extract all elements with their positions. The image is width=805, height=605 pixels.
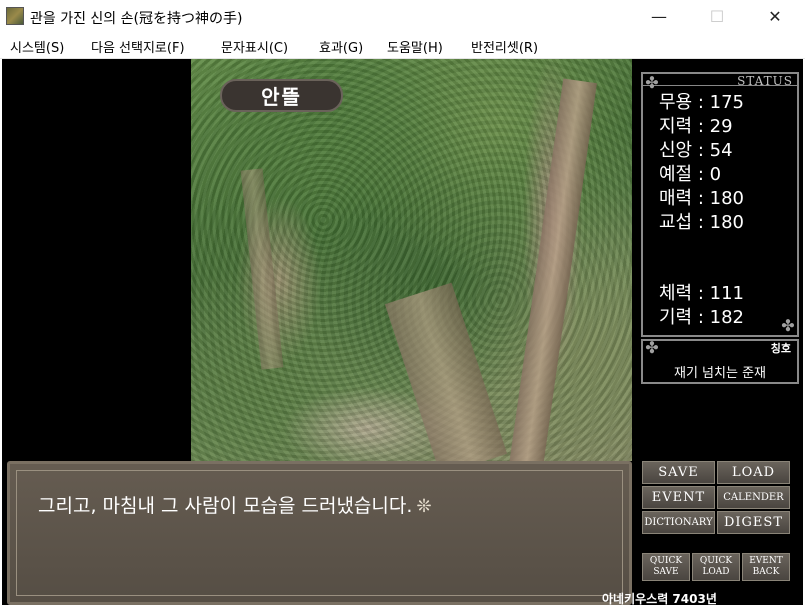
close-button[interactable]: ✕ [752, 0, 798, 33]
honor-label: 칭호 [770, 342, 791, 355]
stat-etiquette: 예절 : 0 [659, 164, 722, 185]
calender-button[interactable]: CALENDER [717, 486, 790, 509]
quick-load-button[interactable]: QUICK LOAD [692, 553, 740, 581]
stat-energy: 기력 : 182 [659, 307, 744, 328]
celtic-knot-icon: ✤ [645, 338, 659, 357]
save-button[interactable]: SAVE [642, 461, 715, 484]
title-bar: 관을 가진 신의 손(冠を持つ神の手) — ☐ ✕ [0, 0, 805, 33]
dialog-box[interactable]: 그리고, 마침내 그 사람이 모습을 드러냈습니다. ❊ [7, 461, 632, 605]
stat-intellect: 지력 : 29 [659, 116, 733, 137]
honor-title-panel: ✤ 칭호 재기 넘치는 준재 [641, 339, 799, 384]
load-button[interactable]: LOAD [717, 461, 790, 484]
event-back-button[interactable]: EVENT BACK [742, 553, 790, 581]
event-button[interactable]: EVENT [642, 486, 715, 509]
menu-help[interactable]: 도움말(H) [387, 37, 443, 56]
digest-button[interactable]: DIGEST [717, 511, 790, 534]
advance-indicator-icon[interactable]: ❊ [416, 496, 431, 517]
menu-bar: 시스템(S) 다음 선택지로(F) 문자표시(C) 효과(G) 도움말(H) 반… [0, 33, 805, 59]
stat-faith: 신앙 : 54 [659, 140, 733, 161]
stat-negotiation: 교섭 : 180 [659, 212, 744, 233]
background-image-courtyard [191, 59, 632, 461]
menu-text-display[interactable]: 문자표시(C) [221, 37, 288, 56]
location-name-plate: 안뜰 [220, 79, 343, 112]
minimize-button[interactable]: — [636, 0, 682, 33]
app-icon [6, 7, 24, 25]
stat-stamina: 체력 : 111 [659, 283, 744, 304]
quick-save-button[interactable]: QUICK SAVE [642, 553, 690, 581]
menu-next-choice[interactable]: 다음 선택지로(F) [91, 37, 185, 56]
maximize-button[interactable]: ☐ [694, 0, 740, 33]
menu-system[interactable]: 시스템(S) [10, 37, 64, 56]
menu-effects[interactable]: 효과(G) [319, 37, 363, 56]
menu-reverse-reset[interactable]: 반전리셋(R) [471, 37, 538, 56]
honor-value: 재기 넘치는 준재 [674, 366, 766, 381]
stat-martial: 무용 : 175 [659, 92, 744, 113]
status-header: STATUS [737, 74, 793, 88]
calendar-year: 아네키우스력 7403년 [602, 592, 717, 605]
dictionary-button[interactable]: DICTIONARY [642, 511, 715, 534]
celtic-knot-icon: ✤ [781, 316, 795, 335]
status-panel: ✤ STATUS 무용 : 175 지력 : 29 신앙 : 54 예절 : 0… [641, 72, 799, 337]
stat-charm: 매력 : 180 [659, 188, 744, 209]
dialog-text: 그리고, 마침내 그 사람이 모습을 드러냈습니다. [38, 495, 413, 517]
game-screen[interactable]: 안뜰 ✤ STATUS 무용 : 175 지력 : 29 신앙 : 54 예절 … [2, 59, 803, 605]
window-title: 관을 가진 신의 손(冠を持つ神の手) [30, 11, 243, 27]
